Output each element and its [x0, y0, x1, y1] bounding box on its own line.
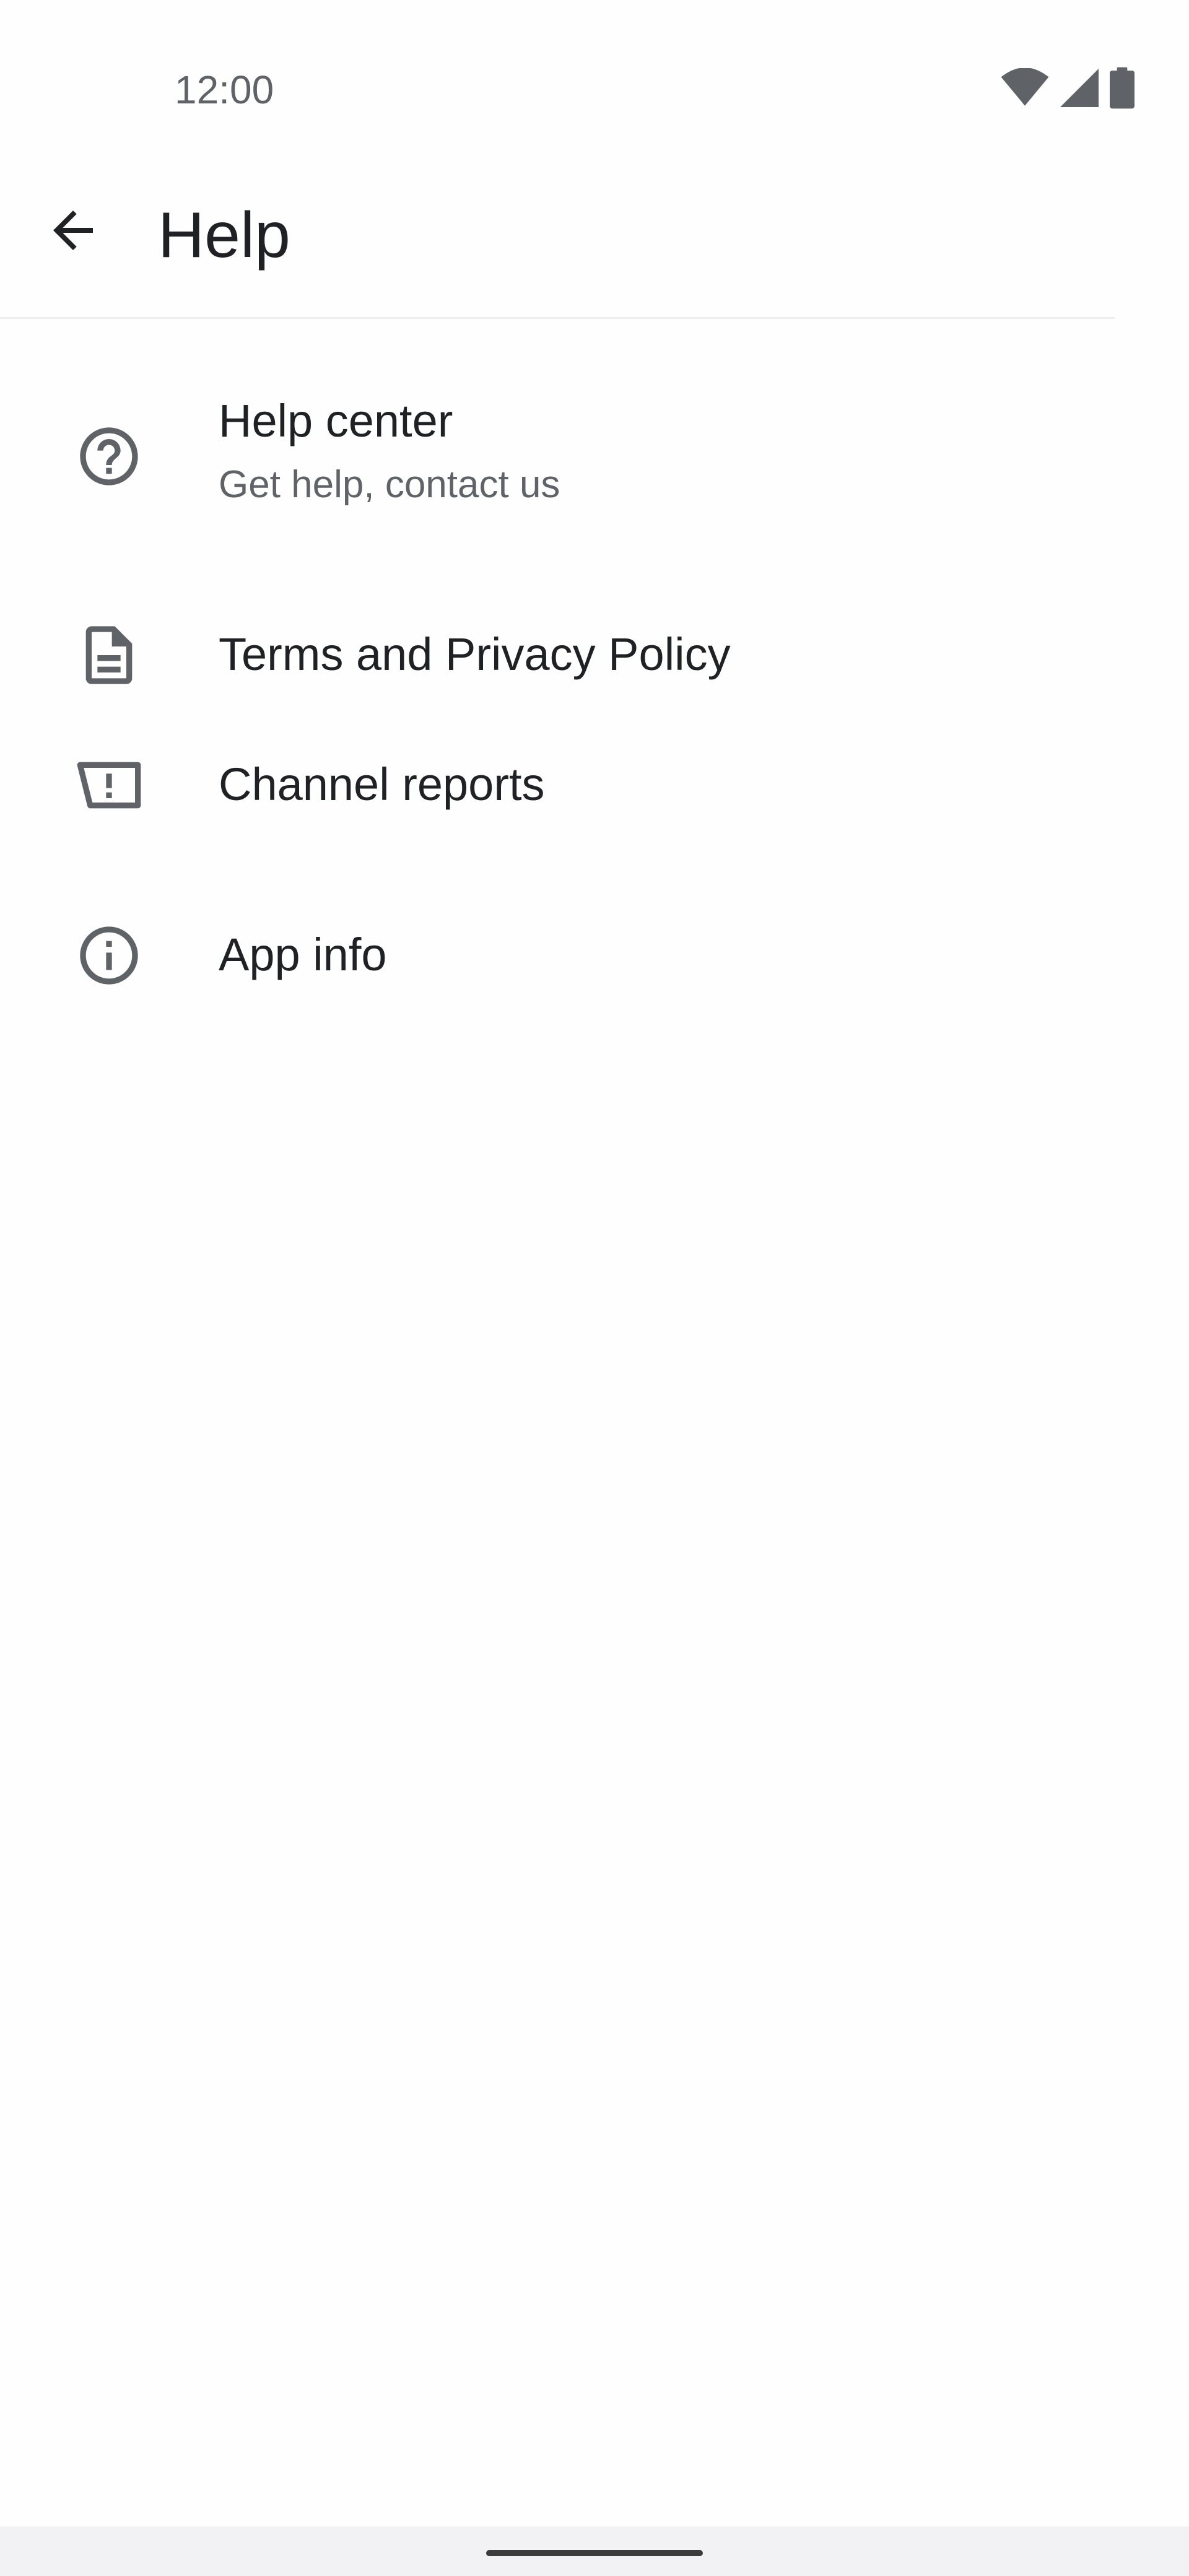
menu-item-title: Help center [219, 395, 453, 446]
menu-item-terms-privacy[interactable]: Terms and Privacy Policy [0, 548, 1189, 716]
help-circle-icon [74, 422, 144, 491]
arrow-back-icon [43, 201, 103, 263]
menu-item-subtitle: Get help, contact us [219, 463, 560, 506]
page-title: Help [158, 199, 290, 271]
status-bar: 12:00 [0, 0, 1189, 155]
status-time: 12:00 [175, 67, 274, 112]
menu-item-app-info[interactable]: App info [0, 887, 1189, 1057]
menu-item-text: Terms and Privacy Policy [219, 627, 731, 682]
document-icon [74, 620, 144, 690]
menu-item-help-center[interactable]: Help center Get help, contact us [0, 319, 1189, 548]
menu-item-channel-reports[interactable]: Channel reports [0, 716, 1189, 887]
help-screen: 12:00 Help Help center Get help, contact… [0, 0, 1189, 2576]
home-indicator[interactable] [486, 2550, 703, 2556]
menu-item-text: Channel reports [219, 757, 545, 812]
cellular-signal-icon [1060, 68, 1099, 108]
menu-item-title: App info [219, 929, 387, 980]
status-icons [1001, 67, 1135, 109]
app-bar: Help [0, 155, 1115, 319]
back-button[interactable] [35, 193, 111, 270]
menu-item-title: Channel reports [219, 759, 545, 810]
report-flag-icon [74, 751, 144, 820]
menu-item-title: Terms and Privacy Policy [219, 629, 731, 680]
menu-item-text: Help center Get help, contact us [219, 393, 560, 510]
help-menu-list: Help center Get help, contact us Terms a… [0, 319, 1189, 1057]
system-nav-bar [0, 2526, 1189, 2576]
wifi-icon [1001, 68, 1049, 108]
battery-icon [1110, 67, 1135, 109]
info-circle-icon [74, 921, 144, 990]
menu-item-text: App info [219, 927, 387, 983]
